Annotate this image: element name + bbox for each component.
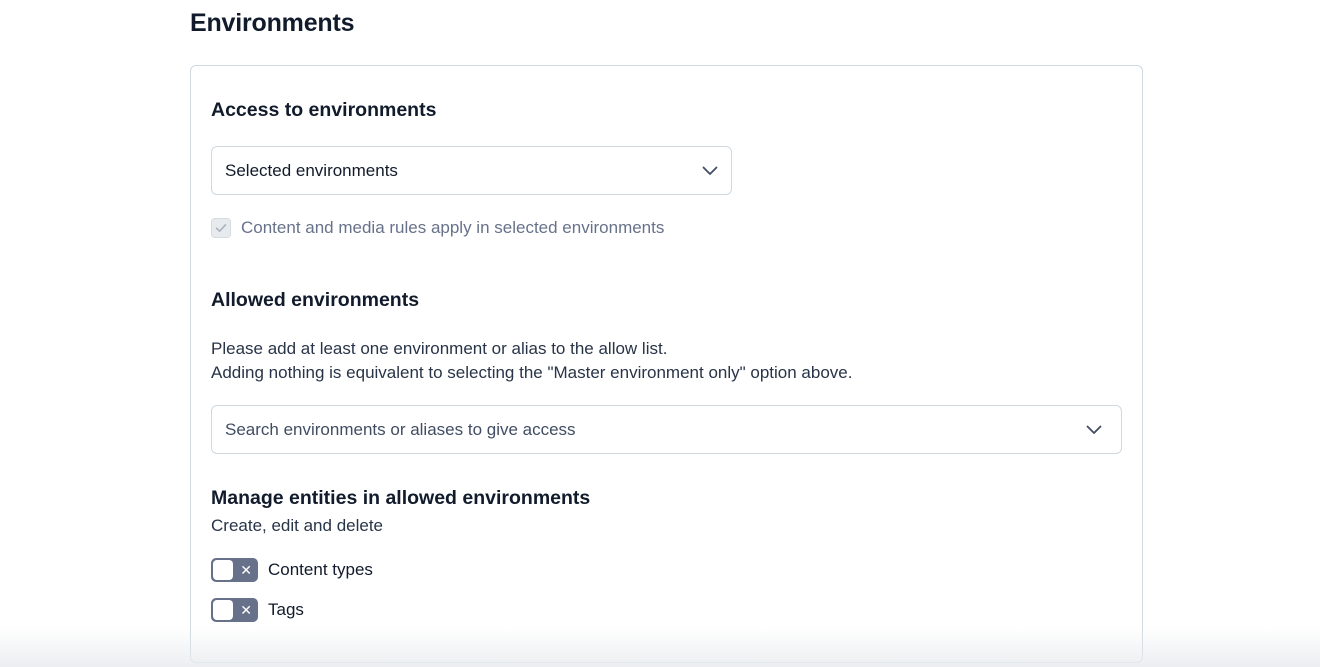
close-icon: ✕	[240, 561, 252, 578]
content-types-toggle[interactable]: ✕	[211, 558, 258, 582]
chevron-down-icon	[701, 162, 719, 180]
check-icon	[215, 224, 227, 232]
allowed-heading: Allowed environments	[211, 289, 420, 311]
toggle-knob	[213, 560, 233, 580]
page: Environments Access to environments Sele…	[0, 0, 1320, 667]
content-media-rules-label: Content and media rules apply in selecte…	[241, 218, 665, 237]
manage-heading: Manage entities in allowed environments	[211, 487, 591, 509]
tags-toggle[interactable]: ✕	[211, 598, 258, 622]
environment-search-placeholder: Search environments or aliases to give a…	[225, 419, 576, 439]
tags-label: Tags	[268, 600, 304, 619]
allowed-description: Please add at least one environment or a…	[211, 337, 852, 385]
content-media-rules-checkbox[interactable]	[211, 218, 231, 238]
chevron-down-icon	[1085, 421, 1103, 439]
manage-subtext: Create, edit and delete	[211, 516, 384, 535]
content-media-rules-checkbox-row: Content and media rules apply in selecte…	[211, 218, 664, 238]
close-icon: ✕	[240, 601, 252, 618]
environments-card: Access to environments Selected environm…	[190, 65, 1143, 663]
toggle-knob	[213, 600, 233, 620]
access-select[interactable]: Selected environments	[211, 146, 732, 195]
tags-toggle-row: ✕ Tags	[211, 598, 304, 622]
access-heading: Access to environments	[211, 99, 437, 121]
access-select-value: Selected environments	[225, 160, 398, 180]
environment-search-input[interactable]: Search environments or aliases to give a…	[211, 405, 1122, 454]
allowed-desc-line-2: Adding nothing is equivalent to selectin…	[211, 363, 853, 382]
content-types-label: Content types	[268, 560, 373, 579]
page-title: Environments	[190, 9, 355, 37]
content-types-toggle-row: ✕ Content types	[211, 558, 373, 582]
allowed-desc-line-1: Please add at least one environment or a…	[211, 339, 668, 358]
